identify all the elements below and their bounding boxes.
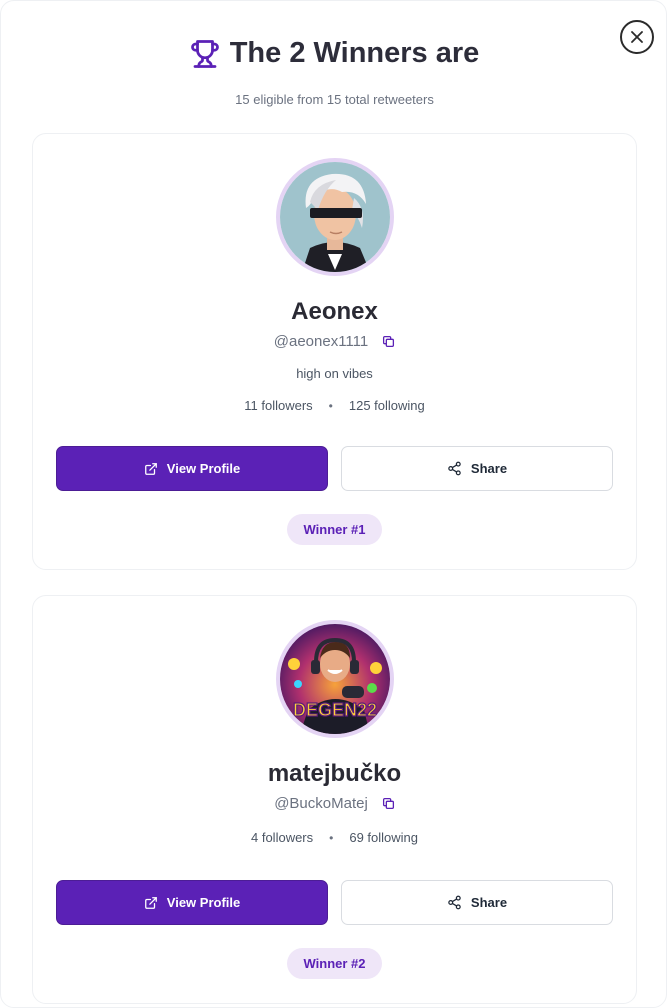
- eligible-summary: 15 eligible from 15 total retweeters: [235, 92, 434, 107]
- handle-row: @aeonex1111: [33, 333, 636, 350]
- winner-name: matejbučko: [267, 760, 402, 787]
- avatar: DEGEN22: [276, 620, 394, 738]
- degen22-text: DEGEN22: [293, 700, 377, 720]
- share-button[interactable]: Share: [341, 880, 613, 925]
- copy-icon[interactable]: [382, 797, 395, 810]
- winner-card: DEGEN22 matejbučko @BuckoMatej 4 followe…: [32, 595, 637, 1004]
- share-icon: [448, 461, 461, 476]
- winner-bio: high on vibes: [296, 366, 373, 381]
- modal-header: The 2 Winners are: [1, 37, 667, 70]
- share-button[interactable]: Share: [341, 446, 613, 491]
- follow-stats: 11 followers • 125 following: [33, 398, 636, 413]
- winner-rank: Winner #2: [287, 948, 382, 979]
- following-count: 125 following: [348, 398, 425, 413]
- trophy-icon: [190, 39, 219, 68]
- follow-stats: 4 followers • 69 following: [33, 830, 636, 845]
- external-link-icon: [144, 462, 157, 475]
- view-profile-button[interactable]: View Profile: [56, 446, 328, 491]
- followers-count: 11 followers: [244, 398, 313, 413]
- avatar: [276, 158, 394, 276]
- winner-name: Aeonex: [291, 298, 378, 325]
- share-icon: [448, 895, 461, 910]
- degen22-gamer-avatar: DEGEN22: [280, 624, 390, 734]
- winners-modal: The 2 Winners are 15 eligible from 15 to…: [0, 0, 667, 1008]
- blindfolded-character-avatar: [280, 162, 390, 272]
- share-label: Share: [470, 895, 508, 910]
- winner-handle: @BuckoMatej: [274, 795, 368, 812]
- view-profile-label: View Profile: [166, 895, 241, 910]
- winner-badge: Winner #2: [33, 948, 636, 979]
- handle-row: @BuckoMatej: [33, 795, 636, 812]
- winner-badge: Winner #1: [33, 514, 636, 545]
- stats-separator: •: [328, 398, 333, 413]
- external-link-icon: [144, 896, 157, 909]
- followers-count: 4 followers: [251, 830, 314, 845]
- view-profile-button[interactable]: View Profile: [56, 880, 328, 925]
- share-label: Share: [470, 461, 508, 476]
- copy-icon[interactable]: [382, 335, 395, 348]
- winner-rank: Winner #1: [287, 514, 382, 545]
- stats-separator: •: [329, 830, 334, 845]
- winner-card: Aeonex @aeonex1111 high on vibes 11 foll…: [32, 133, 637, 570]
- winner-handle: @aeonex1111: [273, 333, 369, 350]
- view-profile-label: View Profile: [166, 461, 241, 476]
- following-count: 69 following: [349, 830, 418, 845]
- modal-title: The 2 Winners are: [229, 37, 480, 69]
